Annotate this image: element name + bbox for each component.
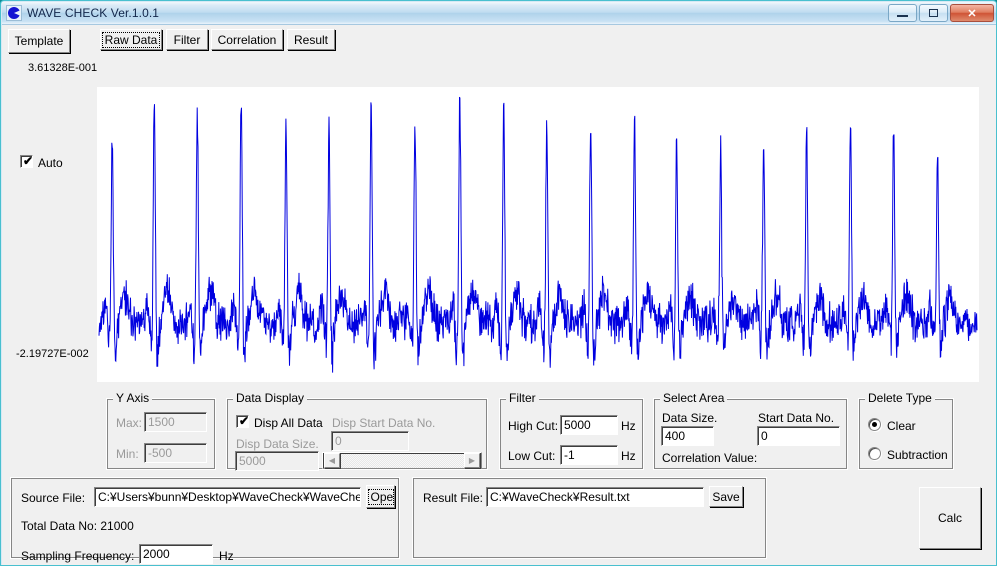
tab-filter[interactable]: Filter — [166, 29, 208, 50]
y-axis-min-field-label: Min: — [116, 447, 139, 461]
disp-data-size-label: Disp Data Size. — [236, 437, 319, 451]
tab-filter-label: Filter — [173, 32, 201, 47]
open-file-button[interactable]: Open — [366, 485, 395, 508]
caption-buttons: ✕ — [888, 4, 994, 22]
scroll-right-icon[interactable]: ▶ — [464, 453, 480, 468]
y-axis-max-label: 3.61328E-001 — [28, 62, 98, 74]
delete-type-group: Delete Type Clear Subtraction — [858, 391, 954, 470]
delete-type-subtraction-radio[interactable] — [868, 447, 881, 460]
window-title: WAVE CHECK Ver.1.0.1 — [27, 6, 160, 20]
data-display-group-title: Data Display — [233, 391, 308, 405]
y-axis-min-input[interactable]: -500 — [144, 443, 207, 463]
calc-button[interactable]: Calc — [919, 487, 981, 549]
checkmark-icon: ✔ — [23, 154, 34, 168]
template-button[interactable]: Template — [8, 29, 70, 53]
y-axis-group-title: Y Axis — [113, 391, 153, 405]
correlation-value-label: Correlation Value: — [662, 451, 758, 465]
scroll-left-icon[interactable]: ◀ — [324, 453, 340, 468]
delete-type-subtraction-label: Subtraction — [887, 448, 948, 462]
select-data-size-label: Data Size. — [662, 411, 718, 425]
tab-raw-data-label: Raw Data — [101, 31, 161, 48]
delete-type-group-title: Delete Type — [865, 391, 935, 405]
tab-result-label: Result — [293, 32, 328, 47]
sampling-frequency-unit: Hz — [219, 549, 234, 563]
select-start-data-no-input[interactable]: 0 — [757, 426, 840, 446]
sampling-frequency-input[interactable]: 2000 — [139, 544, 213, 564]
low-cut-unit: Hz — [621, 449, 636, 463]
client-area: Template Raw Data Filter Correlation Res… — [2, 25, 996, 565]
select-data-size-input[interactable]: 400 — [661, 426, 714, 446]
disp-data-size-input[interactable]: 5000 — [235, 451, 319, 471]
high-cut-input[interactable]: 5000 — [560, 415, 618, 435]
filter-group: Filter High Cut: 5000 Hz Low Cut: -1 Hz — [499, 391, 644, 470]
sampling-frequency-label: Sampling Frequency: — [21, 549, 135, 563]
filter-group-title: Filter — [506, 391, 539, 405]
y-axis-min-label: -2.19727E-002 — [16, 348, 89, 360]
tab-result[interactable]: Result — [287, 29, 335, 50]
auto-checkbox[interactable]: ✔ — [20, 155, 33, 168]
select-area-group: Select Area Data Size. 400 Start Data No… — [653, 391, 848, 470]
total-data-no-label: Total Data No: 21000 — [21, 519, 134, 533]
select-start-data-no-label: Start Data No. — [758, 411, 835, 425]
maximize-button[interactable] — [919, 4, 948, 22]
y-axis-max-input[interactable]: 1500 — [144, 412, 207, 432]
result-file-panel: Result File: C:¥WaveCheck¥Result.txt Sav… — [412, 477, 767, 559]
minimize-button[interactable] — [888, 4, 917, 22]
select-area-group-title: Select Area — [660, 391, 728, 405]
result-file-label: Result File: — [423, 491, 484, 505]
y-axis-max-field-label: Max: — [116, 416, 143, 430]
tab-correlation-label: Correlation — [217, 32, 277, 47]
close-icon: ✕ — [967, 7, 977, 20]
low-cut-label: Low Cut: — [508, 449, 556, 463]
save-button[interactable]: Save — [709, 486, 743, 507]
tab-correlation[interactable]: Correlation — [211, 29, 283, 50]
delete-type-clear-radio[interactable] — [868, 418, 881, 431]
close-button[interactable]: ✕ — [950, 4, 994, 22]
result-file-input[interactable]: C:¥WaveCheck¥Result.txt — [486, 487, 704, 507]
open-file-button-label: Open — [367, 488, 394, 505]
disp-all-data-label: Disp All Data — [254, 416, 323, 430]
app-icon — [6, 5, 22, 21]
auto-checkbox-label: Auto — [38, 156, 63, 170]
source-file-label: Source File: — [21, 491, 86, 505]
minimize-icon — [897, 15, 908, 17]
radio-dot-icon — [872, 422, 877, 427]
high-cut-unit: Hz — [621, 419, 636, 433]
source-file-panel: Source File: C:¥Users¥bunn¥Desktop¥WaveC… — [10, 477, 400, 564]
delete-type-clear-label: Clear — [887, 419, 916, 433]
source-file-input[interactable]: C:¥Users¥bunn¥Desktop¥WaveCheck¥WaveChec… — [94, 487, 361, 507]
title-bar: WAVE CHECK Ver.1.0.1 ✕ — [2, 2, 996, 25]
y-axis-group: Y Axis Max: 1500 Min: -500 — [106, 391, 216, 470]
waveform-plot — [97, 87, 979, 382]
disp-start-data-no-label: Disp Start Data No. — [332, 416, 436, 430]
waveform-chart[interactable] — [97, 87, 979, 382]
disp-all-data-checkbox[interactable]: ✔ — [236, 415, 249, 428]
disp-start-data-no-input[interactable]: 0 — [331, 431, 409, 451]
disp-data-scrollbar[interactable]: ◀ ▶ — [322, 452, 482, 469]
maximize-icon — [929, 9, 938, 17]
low-cut-input[interactable]: -1 — [560, 445, 618, 465]
tab-raw-data[interactable]: Raw Data — [100, 29, 162, 50]
high-cut-label: High Cut: — [508, 419, 559, 433]
template-button-label: Template — [14, 34, 64, 48]
calc-button-label: Calc — [937, 511, 962, 525]
save-button-label: Save — [712, 489, 740, 504]
application-window: WAVE CHECK Ver.1.0.1 ✕ Template Raw Data… — [0, 0, 997, 566]
checkmark-icon: ✔ — [239, 414, 250, 428]
data-display-group: Data Display ✔ Disp All Data Disp Start … — [226, 391, 488, 471]
